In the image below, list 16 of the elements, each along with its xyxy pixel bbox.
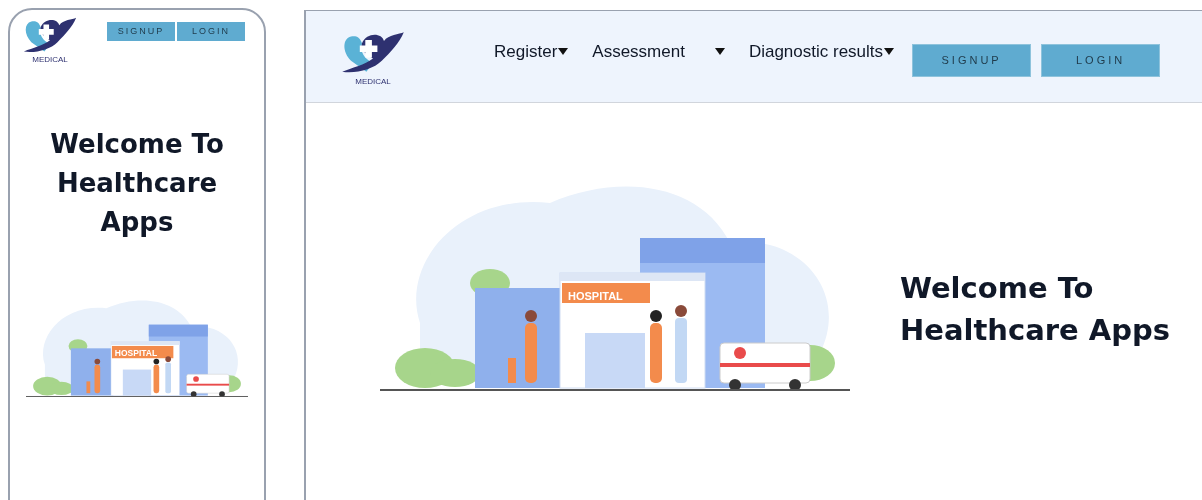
hospital-sign: HOSPITAL [114, 348, 158, 359]
caret-icon [884, 48, 895, 55]
caret-icon [714, 48, 725, 55]
nav-dropdown[interactable]: Assessment [592, 38, 725, 65]
signup-button[interactable]: SIGNUP [107, 22, 175, 41]
signup-button[interactable]: SIGNUP [912, 44, 1032, 77]
logo-text: MEDICAL [32, 55, 68, 66]
login-button[interactable]: LOGIN [1041, 44, 1161, 77]
welcome-heading: Welcome To Healthcare Apps [49, 128, 225, 240]
nav-dropdown[interactable]: Register [494, 38, 569, 65]
welcome-heading: Welcome To Healthcare Apps [900, 270, 1171, 349]
nav-dropdown[interactable]: Diagnostic results [748, 38, 895, 65]
hospital-sign: HOSPITAL [568, 290, 623, 302]
logo-text: MEDICAL [355, 76, 391, 87]
caret-icon [558, 48, 569, 55]
login-button[interactable]: LOGIN [177, 22, 245, 41]
